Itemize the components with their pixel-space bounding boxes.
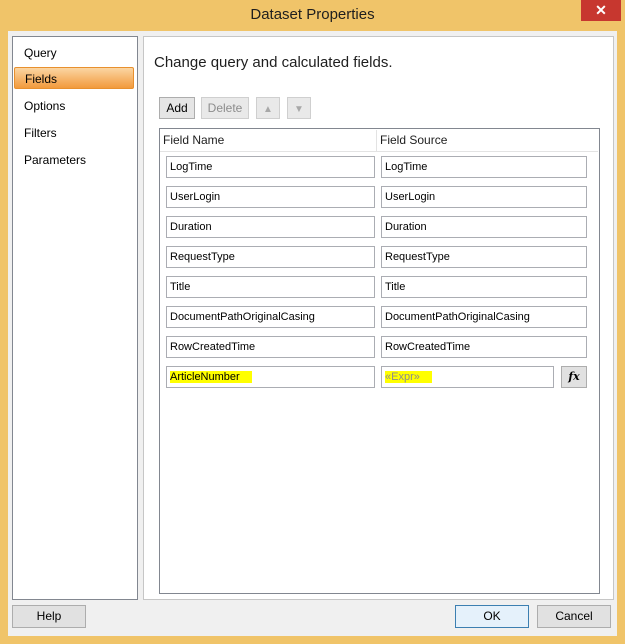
sidebar-item-options[interactable]: Options — [14, 95, 134, 117]
field-name-input[interactable]: DocumentPathOriginalCasing — [166, 306, 375, 328]
field-name-input[interactable]: RowCreatedTime — [166, 336, 375, 358]
field-source-input[interactable]: DocumentPathOriginalCasing — [381, 306, 587, 328]
sidebar-item-parameters[interactable]: Parameters — [14, 149, 134, 171]
field-source-input[interactable]: LogTime — [381, 156, 587, 178]
dataset-properties-dialog: Dataset Properties ✕ Query Fields Option… — [0, 0, 625, 644]
help-button[interactable]: Help — [12, 605, 86, 628]
field-source-input[interactable]: UserLogin — [381, 186, 587, 208]
field-name-input[interactable]: Duration — [166, 216, 375, 238]
highlighted-text: ArticleNumber — [170, 371, 252, 383]
fields-grid: Field Name Field Source LogTime LogTime … — [159, 128, 600, 594]
field-name-input[interactable]: UserLogin — [166, 186, 375, 208]
move-up-button[interactable]: ▲ — [256, 97, 280, 119]
field-source-input[interactable]: Duration — [381, 216, 587, 238]
field-source-input[interactable]: RequestType — [381, 246, 587, 268]
delete-button[interactable]: Delete — [201, 97, 249, 119]
field-name-input[interactable]: Title — [166, 276, 375, 298]
column-header-field-source: Field Source — [377, 130, 598, 152]
close-button[interactable]: ✕ — [581, 0, 621, 21]
add-button[interactable]: Add — [159, 97, 195, 119]
column-header-field-name: Field Name — [160, 130, 377, 152]
arrow-up-icon: ▲ — [263, 104, 273, 115]
field-source-input[interactable]: RowCreatedTime — [381, 336, 587, 358]
sidebar-nav: Query Fields Options Filters Parameters — [12, 36, 138, 600]
sidebar-item-fields[interactable]: Fields — [14, 67, 134, 89]
fx-icon: fx — [568, 370, 580, 383]
field-source-expression-input[interactable]: «Expr» — [381, 366, 554, 388]
dialog-body: Query Fields Options Filters Parameters … — [8, 31, 617, 636]
move-down-button[interactable]: ▼ — [287, 97, 311, 119]
window-title: Dataset Properties — [250, 6, 375, 23]
sidebar-item-query[interactable]: Query — [14, 42, 134, 64]
expression-button[interactable]: fx — [561, 366, 587, 388]
arrow-down-icon: ▼ — [294, 104, 304, 115]
ok-button[interactable]: OK — [455, 605, 529, 628]
highlighted-text: «Expr» — [385, 371, 432, 383]
fields-panel: Change query and calculated fields. Add … — [143, 36, 614, 600]
title-bar: Dataset Properties ✕ — [0, 0, 625, 30]
field-name-input[interactable]: ArticleNumber — [166, 366, 375, 388]
cancel-button[interactable]: Cancel — [537, 605, 611, 628]
field-source-input[interactable]: Title — [381, 276, 587, 298]
page-title: Change query and calculated fields. — [154, 54, 393, 71]
field-name-input[interactable]: LogTime — [166, 156, 375, 178]
field-name-input[interactable]: RequestType — [166, 246, 375, 268]
sidebar-item-filters[interactable]: Filters — [14, 122, 134, 144]
